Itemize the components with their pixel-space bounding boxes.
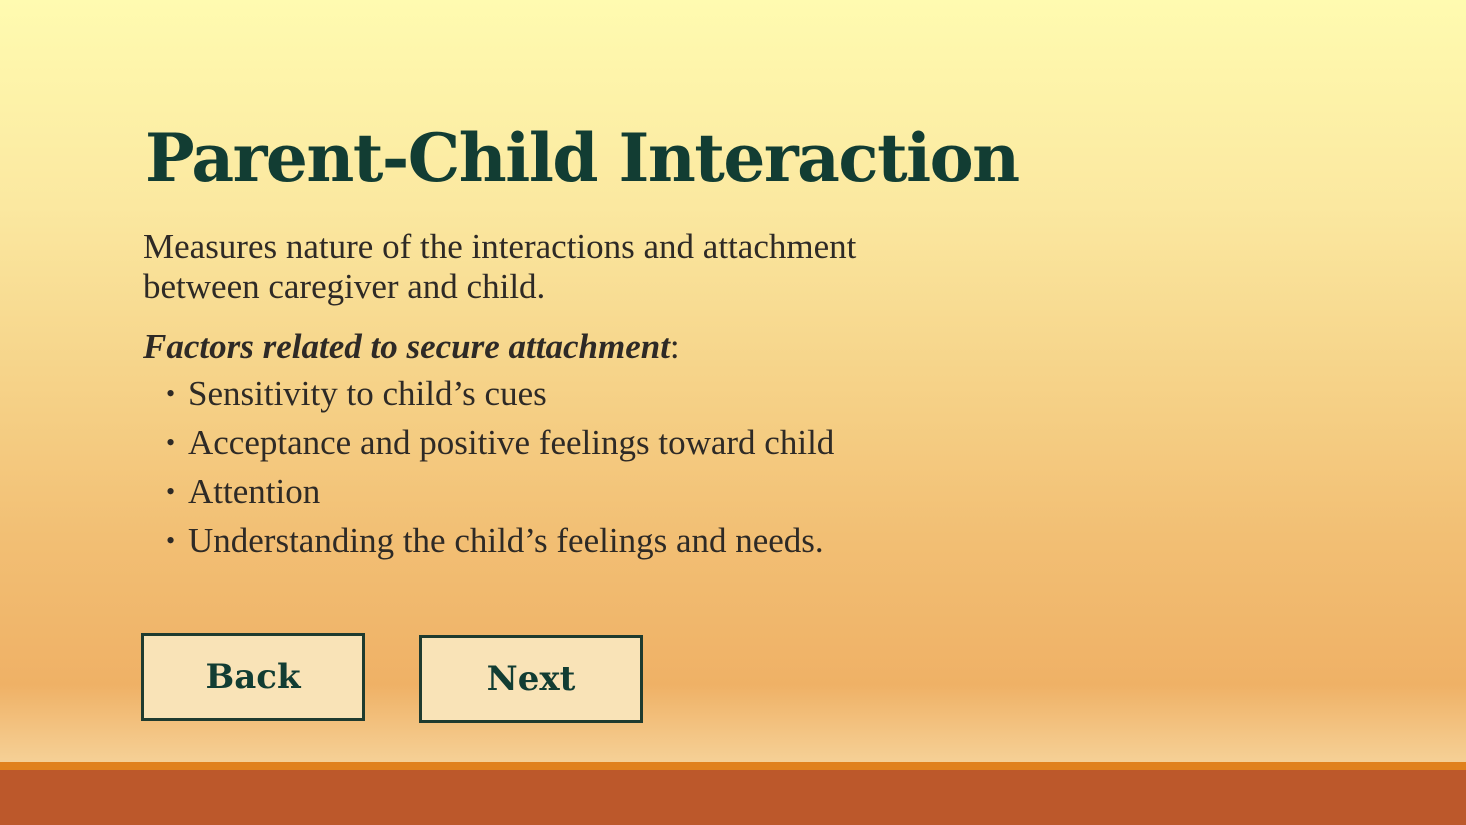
back-button[interactable]: Back [141,633,365,721]
bullet-icon: • [166,526,176,555]
slide-title: Parent-Child Interaction [145,119,1020,197]
bullet-icon: • [166,477,176,506]
footer-accent-line [0,762,1466,770]
list-item: • Sensitivity to child’s cues [166,372,834,421]
footer-bar [0,770,1466,825]
slide: Parent-Child Interaction Measures nature… [0,0,1466,825]
factors-lead: Factors related to secure attachment [143,327,670,366]
list-item: • Acceptance and positive feelings toward… [166,421,834,470]
bullet-icon: • [166,379,176,408]
next-button[interactable]: Next [419,635,643,723]
intro-text: Measures nature of the interactions and … [143,227,857,306]
factors-colon: : [669,327,680,366]
list-item: • Understanding the child’s feelings and … [166,519,834,568]
list-item: • Attention [166,470,834,519]
bullet-icon: • [166,428,176,457]
factors-heading: Factors related to secure attachment: [143,327,680,367]
list-item-text: Attention [188,472,321,511]
factors-list: • Sensitivity to child’s cues • Acceptance… [166,372,834,568]
list-item-text: Acceptance and positive feelings toward … [188,423,835,462]
list-item-text: Sensitivity to child’s cues [188,374,547,413]
list-item-text: Understanding the child’s feelings and n… [188,521,824,560]
